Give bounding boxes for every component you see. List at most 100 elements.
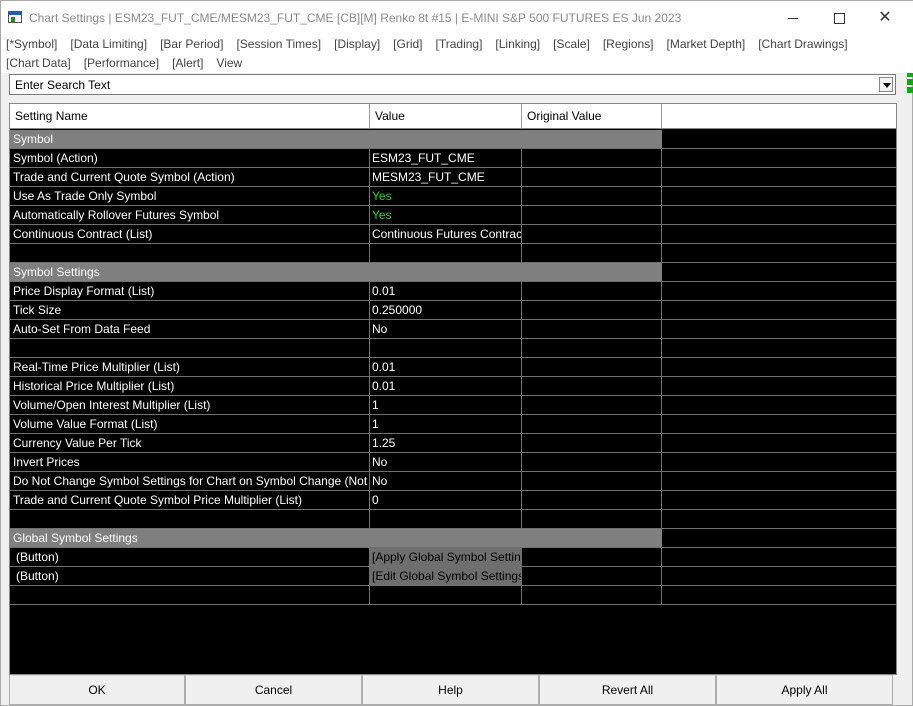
tab-row2-1[interactable]: [Performance] bbox=[84, 56, 159, 70]
setting-row[interactable]: Invert Prices No bbox=[10, 453, 896, 472]
tab-row1-3[interactable]: [Session Times] bbox=[236, 37, 321, 51]
setting-value[interactable]: 1.25 bbox=[370, 434, 522, 452]
tab-row1-11[interactable]: [Chart Drawings] bbox=[758, 37, 847, 51]
setting-row[interactable]: Auto-Set From Data Feed No bbox=[10, 320, 896, 339]
tab-row1-9[interactable]: [Regions] bbox=[603, 37, 654, 51]
section-header-row[interactable]: Global Symbol Settings bbox=[10, 529, 896, 548]
setting-name: Volume/Open Interest Multiplier (List) bbox=[10, 396, 370, 414]
original-value bbox=[522, 567, 662, 585]
setting-row[interactable]: Real-Time Price Multiplier (List) 0.01 bbox=[10, 358, 896, 377]
blank-row bbox=[10, 586, 896, 605]
setting-name: (Button) bbox=[10, 567, 370, 585]
section-title: Global Symbol Settings bbox=[10, 529, 662, 547]
apply-all-button[interactable]: Apply All bbox=[716, 675, 893, 705]
tab-row-2: [Chart Data] [Performance] [Alert] View bbox=[6, 56, 255, 70]
tab-row1-6[interactable]: [Trading] bbox=[436, 37, 483, 51]
search-box[interactable] bbox=[9, 74, 896, 95]
original-value bbox=[522, 472, 662, 490]
help-button[interactable]: Help bbox=[362, 675, 539, 705]
background-edge-marks bbox=[907, 71, 913, 99]
original-value bbox=[522, 453, 662, 471]
setting-row[interactable]: Use As Trade Only Symbol Yes bbox=[10, 187, 896, 206]
setting-row[interactable]: Automatically Rollover Futures Symbol Yes bbox=[10, 206, 896, 225]
setting-name: Use As Trade Only Symbol bbox=[10, 187, 370, 205]
setting-row[interactable]: Do Not Change Symbol Settings for Chart … bbox=[10, 472, 896, 491]
setting-row[interactable]: Price Display Format (List) 0.01 bbox=[10, 282, 896, 301]
button-row[interactable]: (Button) [Apply Global Symbol Settings] bbox=[10, 548, 896, 567]
action-button[interactable]: [Edit Global Symbol Settings] bbox=[370, 567, 522, 585]
setting-row[interactable]: Currency Value Per Tick 1.25 bbox=[10, 434, 896, 453]
tab-row1-10[interactable]: [Market Depth] bbox=[667, 37, 746, 51]
setting-value bbox=[370, 586, 522, 604]
blank-row bbox=[10, 339, 896, 358]
original-value bbox=[522, 586, 662, 604]
setting-row[interactable]: Continuous Contract (List) Continuous Fut… bbox=[10, 225, 896, 244]
section-header-row[interactable]: Symbol bbox=[10, 130, 896, 149]
setting-value[interactable]: Yes bbox=[370, 187, 522, 205]
setting-name: Price Display Format (List) bbox=[10, 282, 370, 300]
setting-row[interactable]: Trade and Current Quote Symbol Price Mul… bbox=[10, 491, 896, 510]
setting-value bbox=[370, 339, 522, 357]
setting-row[interactable]: Volume/Open Interest Multiplier (List) 1 bbox=[10, 396, 896, 415]
tab-row2-2[interactable]: [Alert] bbox=[172, 56, 203, 70]
setting-name: Trade and Current Quote Symbol (Action) bbox=[10, 168, 370, 186]
section-header-row[interactable]: Symbol Settings bbox=[10, 263, 896, 282]
header-setting-name[interactable]: Setting Name bbox=[10, 104, 370, 129]
search-dropdown-button[interactable] bbox=[879, 77, 893, 92]
original-value bbox=[522, 358, 662, 376]
tab-row1-5[interactable]: [Grid] bbox=[393, 37, 422, 51]
filler-cell bbox=[662, 225, 896, 243]
setting-name: Tick Size bbox=[10, 301, 370, 319]
filler-cell bbox=[662, 187, 896, 205]
setting-value[interactable]: ESM23_FUT_CME bbox=[370, 149, 522, 167]
setting-value[interactable]: Continuous Futures Contract bbox=[370, 225, 522, 243]
revert-all-button[interactable]: Revert All bbox=[539, 675, 716, 705]
setting-row[interactable]: Symbol (Action) ESM23_FUT_CME bbox=[10, 149, 896, 168]
tab-row1-1[interactable]: [Data Limiting] bbox=[70, 37, 147, 51]
search-input[interactable] bbox=[10, 75, 877, 94]
maximize-button[interactable] bbox=[816, 1, 862, 35]
setting-value[interactable]: 1 bbox=[370, 415, 522, 433]
filler-cell bbox=[662, 548, 896, 566]
setting-value[interactable]: 0 bbox=[370, 491, 522, 509]
setting-name bbox=[10, 339, 370, 357]
setting-row[interactable]: Tick Size 0.250000 bbox=[10, 301, 896, 320]
setting-row[interactable]: Historical Price Multiplier (List) 0.01 bbox=[10, 377, 896, 396]
filler-cell bbox=[662, 244, 896, 262]
cancel-button[interactable]: Cancel bbox=[185, 675, 362, 705]
original-value bbox=[522, 434, 662, 452]
tab-row1-8[interactable]: [Scale] bbox=[553, 37, 590, 51]
setting-value[interactable]: MESM23_FUT_CME bbox=[370, 168, 522, 186]
setting-name: Currency Value Per Tick bbox=[10, 434, 370, 452]
tab-row1-0[interactable]: [*Symbol] bbox=[6, 37, 57, 51]
filler-cell bbox=[662, 529, 896, 547]
setting-value[interactable]: No bbox=[370, 320, 522, 338]
setting-row[interactable]: Volume Value Format (List) 1 bbox=[10, 415, 896, 434]
setting-value[interactable]: 0.01 bbox=[370, 358, 522, 376]
setting-value[interactable]: 0.250000 bbox=[370, 301, 522, 319]
title-bar[interactable]: Chart Settings | ESM23_FUT_CME/MESM23_FU… bbox=[1, 1, 913, 35]
setting-value[interactable]: Yes bbox=[370, 206, 522, 224]
action-button[interactable]: [Apply Global Symbol Settings] bbox=[370, 548, 522, 566]
setting-row[interactable]: Trade and Current Quote Symbol (Action) M… bbox=[10, 168, 896, 187]
setting-value[interactable]: 0.01 bbox=[370, 377, 522, 395]
ok-button[interactable]: OK bbox=[9, 675, 185, 705]
setting-value bbox=[370, 244, 522, 262]
tab-row2-0[interactable]: [Chart Data] bbox=[6, 56, 71, 70]
setting-value[interactable]: No bbox=[370, 472, 522, 490]
setting-value[interactable]: No bbox=[370, 453, 522, 471]
setting-name: Invert Prices bbox=[10, 453, 370, 471]
minimize-button[interactable] bbox=[770, 1, 816, 35]
tab-row1-2[interactable]: [Bar Period] bbox=[160, 37, 223, 51]
tab-row1-7[interactable]: [Linking] bbox=[495, 37, 540, 51]
header-value[interactable]: Value bbox=[370, 104, 522, 129]
filler-cell bbox=[662, 282, 896, 300]
blank-row bbox=[10, 510, 896, 529]
setting-value[interactable]: 0.01 bbox=[370, 282, 522, 300]
setting-value[interactable]: 1 bbox=[370, 396, 522, 414]
close-button[interactable]: ✕ bbox=[862, 1, 908, 35]
button-row[interactable]: (Button) [Edit Global Symbol Settings] bbox=[10, 567, 896, 586]
tab-row2-3[interactable]: View bbox=[216, 56, 242, 70]
header-original-value[interactable]: Original Value bbox=[522, 104, 662, 129]
tab-row1-4[interactable]: [Display] bbox=[334, 37, 380, 51]
